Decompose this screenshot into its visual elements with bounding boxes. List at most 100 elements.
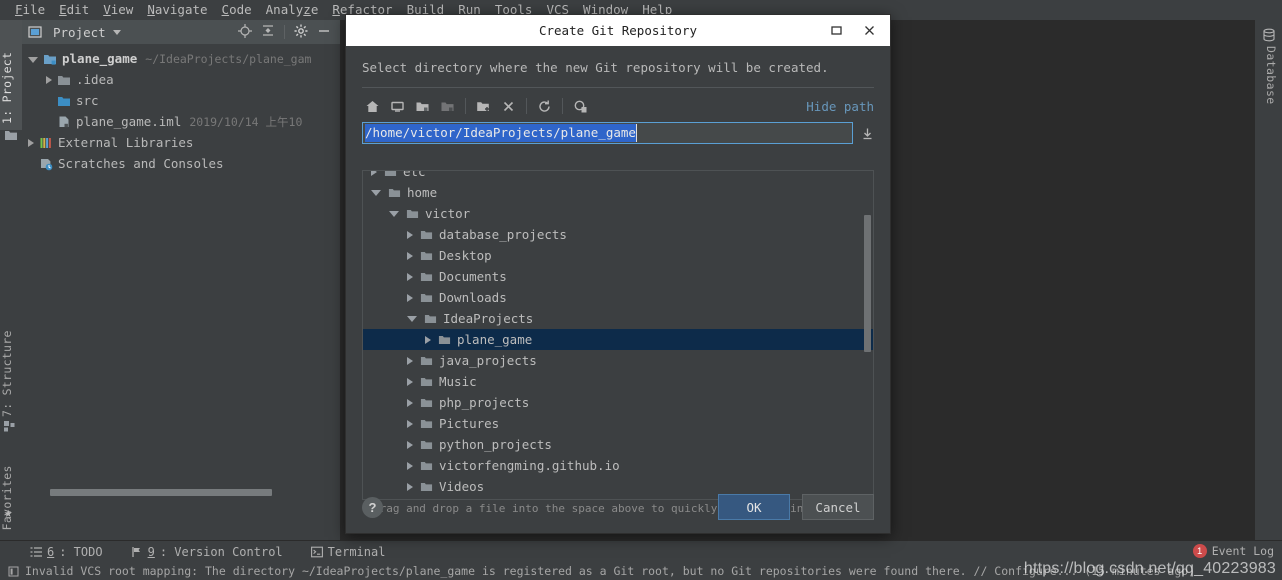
help-button[interactable]: ? [362,496,383,518]
menu-item-navigate[interactable]: Navigate [140,0,214,20]
chevron-right-icon[interactable] [407,251,413,260]
event-log-button[interactable]: 1 Event Log [1192,544,1274,558]
close-icon[interactable] [863,24,876,37]
chevron-down-icon[interactable] [407,315,417,322]
project-tree-label: src [76,93,99,108]
directory-tree[interactable]: etc home victor database_projects Desktop Doc… [362,170,874,500]
sidebar-item-database[interactable]: Database [1264,46,1278,105]
chevron-down-icon[interactable] [112,29,121,35]
tree-scrollbar[interactable] [864,215,871,352]
chevron-right-icon[interactable] [407,440,413,449]
directory-name: Pictures [439,416,500,431]
locate-icon[interactable] [238,23,252,41]
horizontal-scrollbar[interactable] [50,489,272,496]
new-folder-icon[interactable] [471,95,496,117]
directory-tree-row[interactable]: home [363,182,873,203]
cancel-button[interactable]: Cancel [802,494,874,520]
dialog-description: Select directory where the new Git repos… [362,60,829,75]
sidebar-item-project[interactable]: 1: Project [0,20,22,130]
dialog-footer: ? OK Cancel [346,481,890,533]
directory-tree-row[interactable]: java_projects [363,350,873,371]
directory-tree-row[interactable]: victor [363,203,873,224]
tool-window-tab[interactable]: Terminal [310,544,386,559]
project-tree-row[interactable]: plane_game.iml 2019/10/14 上午10 [22,111,340,132]
chevron-right-icon[interactable] [425,335,431,344]
directory-tree-row[interactable]: php_projects [363,392,873,413]
directory-tree-row[interactable]: Pictures [363,413,873,434]
menu-item-file[interactable]: File [8,0,52,20]
toolbar-divider [465,98,466,114]
directory-tree-row-selected[interactable]: plane_game [363,329,873,350]
desktop-icon[interactable] [385,95,410,117]
tool-window-tab-number: 9 [147,544,155,559]
folder-icon [406,207,419,220]
folder-icon [420,270,433,283]
directory-tree-row[interactable]: Downloads [363,287,873,308]
chevron-right-icon[interactable] [28,138,34,147]
directory-tree-row[interactable]: etc [363,171,873,182]
tool-window-tab-label: Terminal [327,544,386,559]
directory-tree-row[interactable]: python_projects [363,434,873,455]
chevron-right-icon[interactable] [407,377,413,386]
terminal-icon [310,546,323,558]
project-folder-icon[interactable] [410,95,435,117]
menu-item-view[interactable]: View [96,0,140,20]
chevron-right-icon[interactable] [407,230,413,239]
path-input[interactable]: /home/victor/IdeaProjects/plane_game [362,122,853,144]
gear-icon[interactable] [294,24,308,41]
hide-path-link[interactable]: Hide path [806,99,874,114]
directory-tree-row[interactable]: database_projects [363,224,873,245]
directory-tree-row[interactable]: Desktop [363,245,873,266]
menu-item-edit[interactable]: Edit [52,0,96,20]
directory-name: plane_game [457,332,533,347]
directory-name: java_projects [439,353,537,368]
dialog-title-bar: Create Git Repository [346,15,890,46]
toolbar-divider [562,98,563,114]
chevron-right-icon[interactable] [407,272,413,281]
iml-file-icon [57,115,71,129]
menu-item-code[interactable]: Code [215,0,259,20]
chevron-down-icon[interactable] [389,210,399,217]
show-hidden-icon[interactable] [568,95,593,117]
project-tree-row[interactable]: Scratches and Consoles [22,153,340,174]
home-icon[interactable] [360,95,385,117]
sidebar-item-favorites[interactable]: 2: Favorites [0,438,22,552]
sidebar-item-structure[interactable]: 7: Structure [0,305,22,417]
directory-tree-row[interactable]: victorfengming.github.io [363,455,873,476]
project-tree-label: .idea [76,72,114,87]
directory-name: php_projects [439,395,530,410]
directory-tree-row[interactable]: IdeaProjects [363,308,873,329]
chevron-right-icon[interactable] [407,398,413,407]
sidebar-item-project-label: 1: Project [0,51,14,124]
chevron-right-icon[interactable] [407,293,413,302]
chevron-right-icon[interactable] [46,75,52,84]
project-tree-row[interactable]: .idea [22,69,340,90]
chevron-right-icon[interactable] [407,461,413,470]
status-message: Invalid VCS root mapping: The directory … [25,564,1196,578]
project-tree-row[interactable]: External Libraries [22,132,340,153]
menu-item-analyze[interactable]: Analyze [259,0,326,20]
directory-tree-row[interactable]: Music [363,371,873,392]
chevron-right-icon[interactable] [371,171,377,176]
chevron-down-icon[interactable] [28,56,38,63]
refresh-icon[interactable] [532,95,557,117]
delete-icon[interactable] [496,95,521,117]
chevron-down-icon[interactable] [371,189,381,196]
chevron-right-icon[interactable] [407,356,413,365]
ok-button[interactable]: OK [718,494,790,520]
tool-window-tab[interactable]: 9: Version Control [131,545,283,559]
project-panel-header: Project [22,20,340,44]
maximize-icon[interactable] [830,24,843,37]
expand-combo-icon[interactable] [860,127,874,140]
hide-panel-icon[interactable] [317,24,331,41]
directory-tree-row[interactable]: Documents [363,266,873,287]
chevron-right-icon[interactable] [407,419,413,428]
collapse-all-icon[interactable] [261,24,275,41]
path-row: /home/victor/IdeaProjects/plane_game [346,119,890,144]
project-tree-row[interactable]: src [22,90,340,111]
project-tree-row[interactable]: plane_game ~/IdeaProjects/plane_gam [22,48,340,69]
status-bar: Invalid VCS root mapping: The directory … [0,562,1282,580]
tool-window-tab[interactable]: 6: TODO [30,545,103,559]
right-tool-strip: Database [1254,20,1282,540]
